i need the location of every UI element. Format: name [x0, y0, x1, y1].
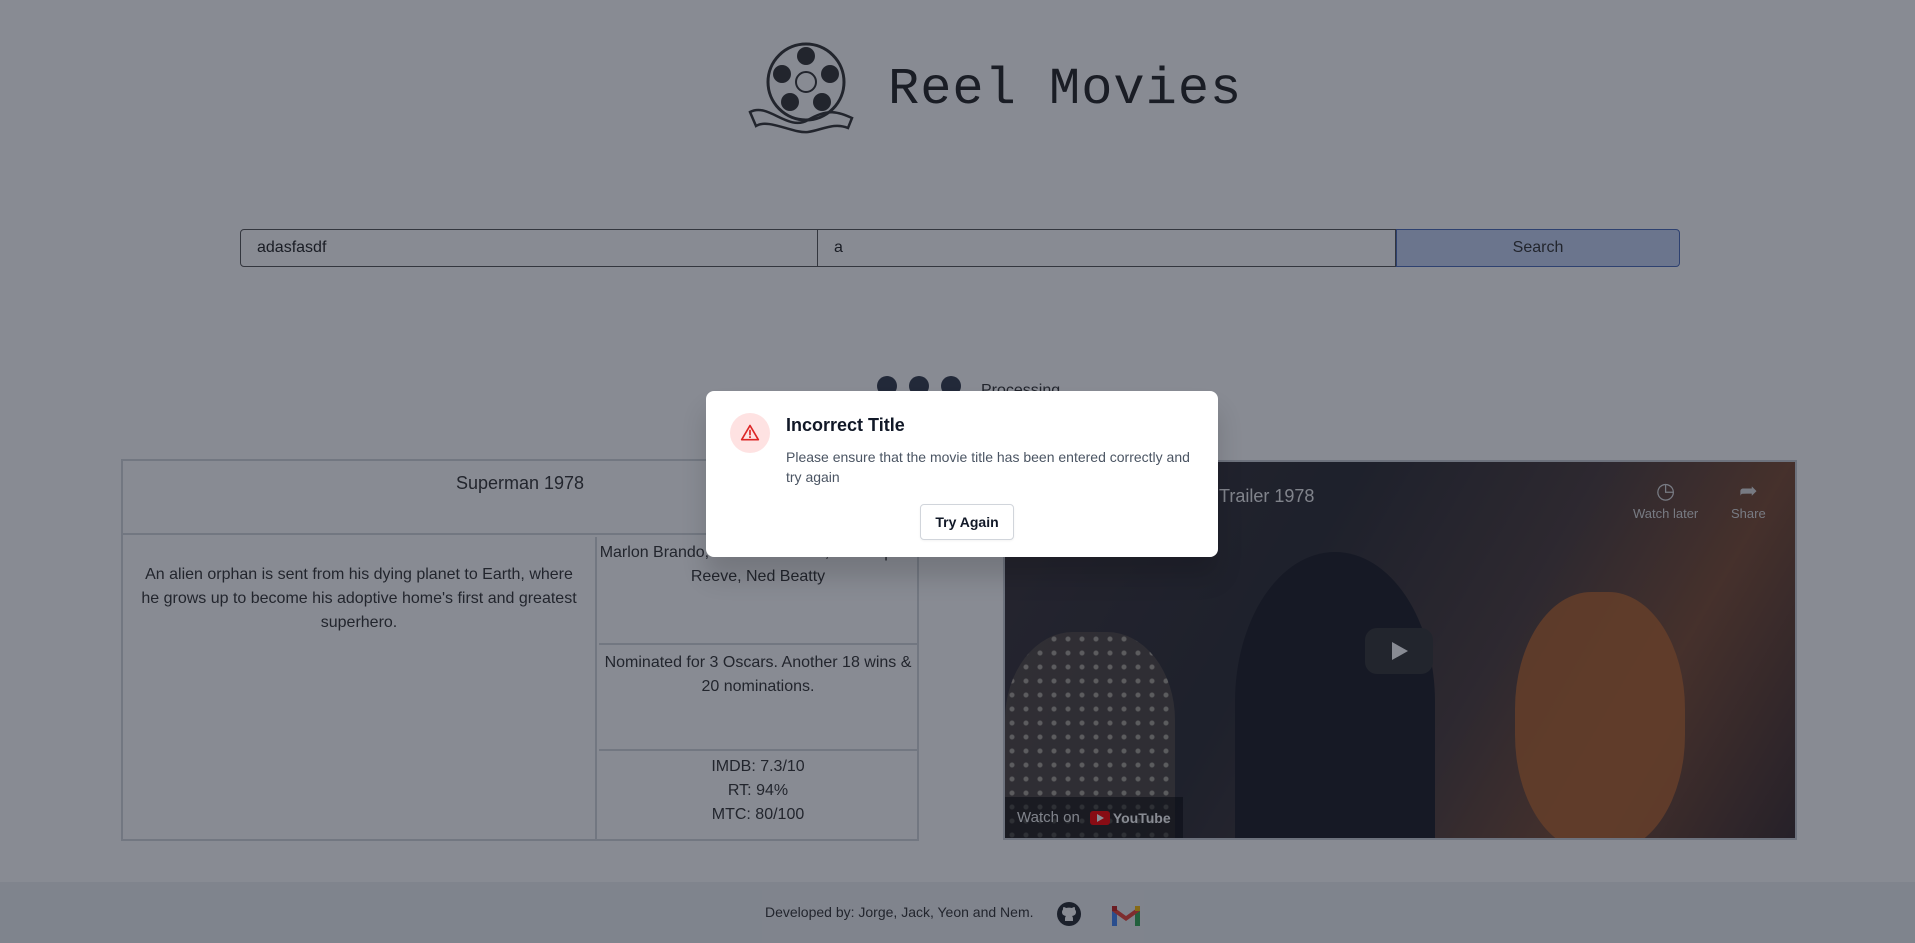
dialog-message: Please ensure that the movie title has b…: [786, 449, 1190, 485]
try-again-button[interactable]: Try Again: [920, 504, 1014, 540]
dialog-title: Incorrect Title: [786, 415, 905, 435]
error-dialog: Incorrect Title Please ensure that the m…: [706, 391, 1218, 557]
warning-icon: [740, 424, 760, 441]
warning-icon-badge: [730, 413, 770, 453]
